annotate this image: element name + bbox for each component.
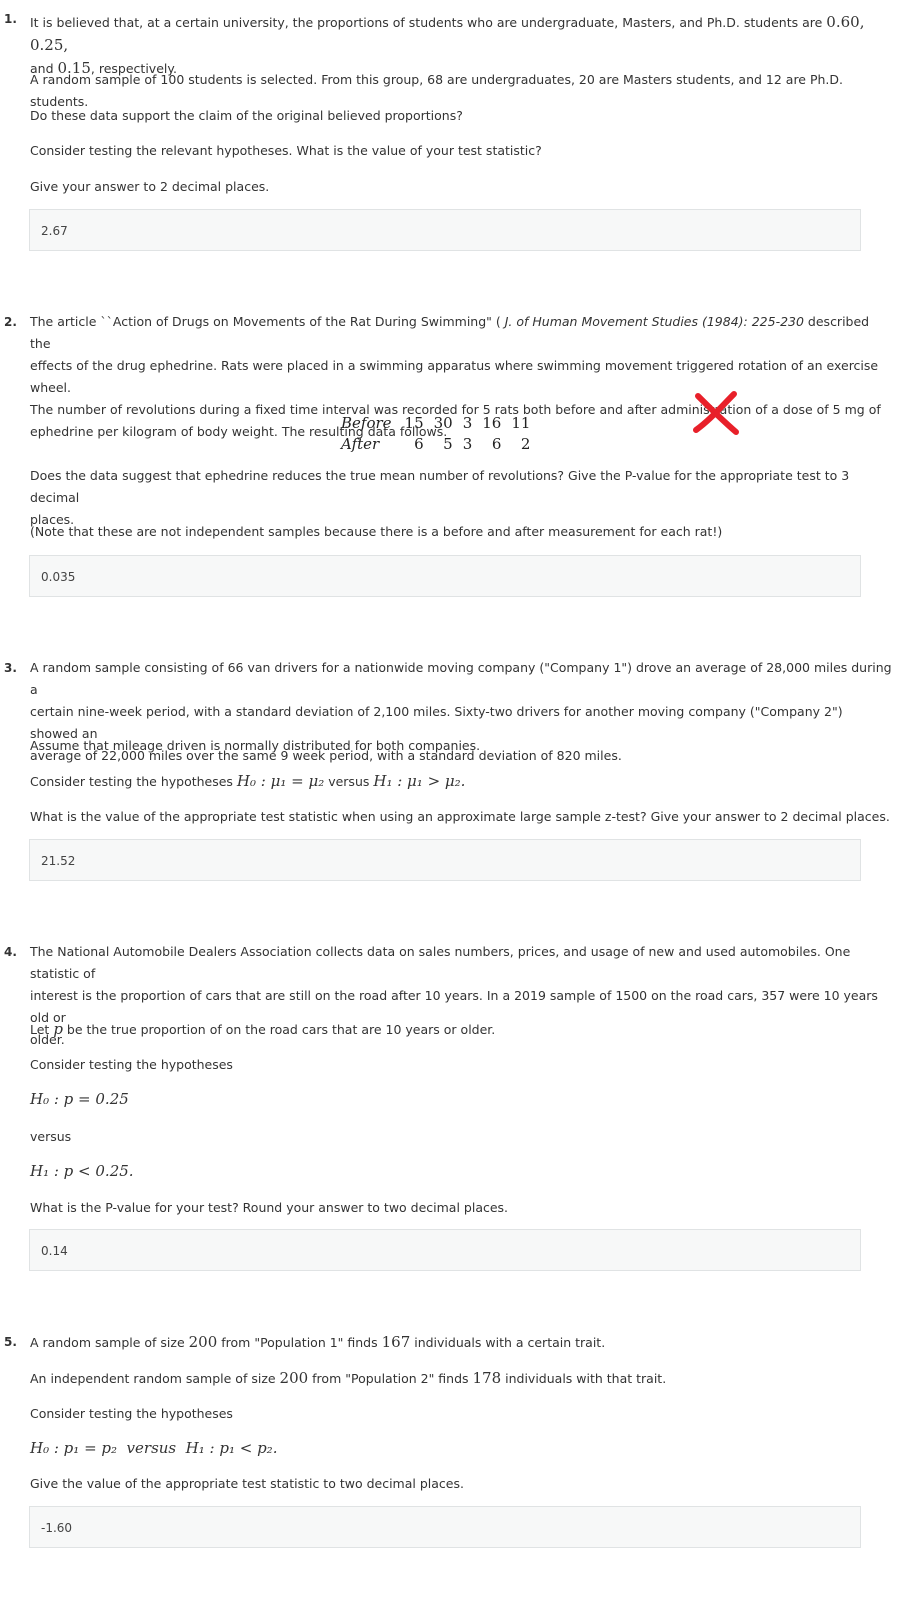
before-label: Before	[341, 413, 392, 432]
question-text: Let p be the true proportion of on the r…	[30, 1020, 496, 1038]
question-text: An independent random sample of size 200…	[30, 1369, 667, 1387]
table-cell: 6	[414, 434, 424, 453]
answer-field[interactable]: 0.14	[29, 1229, 861, 1271]
question-number: 5.	[4, 1335, 17, 1349]
table-cell: 16	[482, 413, 502, 432]
table-cell: 3	[462, 434, 473, 453]
question-text: (Note that these are not independent sam…	[30, 524, 723, 539]
table-cell: 5	[443, 434, 453, 453]
question-number: 2.	[4, 315, 17, 329]
null-hypothesis: H₀ : p = 0.25	[30, 1090, 129, 1108]
alternative-hypothesis: H₁ : p < 0.25.	[30, 1162, 134, 1180]
answer-field[interactable]: -1.60	[29, 1506, 861, 1548]
question-text: A random sample of size 200 from "Popula…	[30, 1333, 606, 1351]
table-cell: 3	[462, 413, 473, 432]
answer-field[interactable]: 0.035	[29, 555, 861, 597]
question-text: Give the value of the appropriate test s…	[30, 1476, 464, 1491]
question-text: Consider testing the relevant hypotheses…	[30, 143, 542, 158]
question-text: versus	[30, 1129, 72, 1144]
question-text: What is the value of the appropriate tes…	[30, 809, 890, 824]
question-number: 3.	[4, 661, 17, 675]
question-text: What is the P-value for your test? Round…	[30, 1200, 509, 1215]
question-text: Consider testing the hypotheses	[30, 1057, 233, 1072]
hypotheses: H₀ : p₁ = p₂ versus H₁ : p₁ < p₂.	[30, 1439, 278, 1457]
question-text: Assume that mileage driven is normally d…	[30, 738, 481, 753]
before-after-table: Before 15 30 3 16 11 After 6 5 3 6 2	[336, 412, 535, 454]
after-label: After	[341, 434, 380, 453]
question-number: 4.	[4, 945, 17, 959]
table-cell: 6	[491, 434, 502, 453]
question-text: Consider testing the hypotheses	[30, 1406, 233, 1421]
table-cell: 15	[404, 413, 424, 432]
incorrect-x-icon	[693, 391, 739, 435]
question-text: Give your answer to 2 decimal places.	[30, 179, 270, 194]
answer-field[interactable]: 2.67	[29, 209, 861, 251]
table-cell: 11	[511, 413, 531, 432]
table-cell: 2	[520, 434, 531, 453]
table-row: Before 15 30 3 16 11	[336, 412, 535, 433]
table-cell: 30	[433, 413, 453, 432]
question-text: Consider testing the hypotheses H₀ : μ₁ …	[30, 772, 466, 790]
question-text: Do these data support the claim of the o…	[30, 108, 463, 123]
question-number: 1.	[4, 12, 17, 26]
answer-field[interactable]: 21.52	[29, 839, 861, 881]
table-row: After 6 5 3 6 2	[336, 433, 535, 454]
